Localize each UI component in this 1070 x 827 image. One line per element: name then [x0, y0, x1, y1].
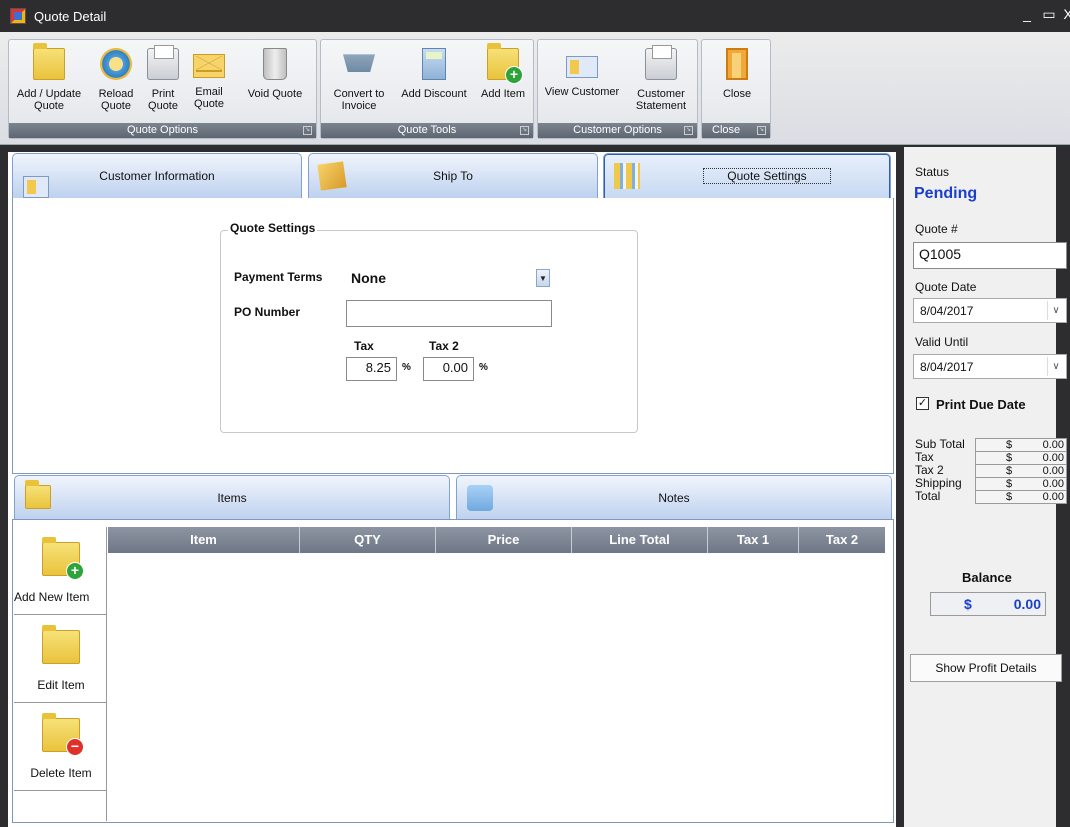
app-icon: [10, 8, 26, 24]
print-due-date-checkbox[interactable]: ✓: [916, 397, 929, 410]
convert-to-invoice-button[interactable]: Convert to Invoice: [325, 44, 393, 122]
tax-label: Tax: [354, 339, 374, 353]
group-launcher-icon[interactable]: ↘: [757, 126, 766, 135]
payment-terms-label: Payment Terms: [234, 270, 323, 284]
chevron-down-icon: ▼: [536, 269, 550, 287]
tax2-percent-label: %: [479, 362, 488, 373]
delete-item-button[interactable]: Delete Item: [14, 713, 108, 791]
close-button[interactable]: Close: [710, 44, 764, 122]
valid-until-label: Valid Until: [915, 335, 969, 349]
reload-icon: [100, 48, 132, 80]
folder-icon: [33, 43, 65, 80]
group-launcher-icon[interactable]: ↘: [520, 126, 529, 135]
po-number-input[interactable]: [346, 300, 552, 327]
quote-settings-legend: Quote Settings: [228, 221, 318, 235]
folder-icon: [42, 625, 80, 664]
tax2-label: Tax 2: [429, 339, 459, 353]
print-quote-button[interactable]: Print Quote: [143, 44, 183, 122]
ribbon: Add / Update Quote Reload Quote Print Qu…: [0, 32, 1070, 145]
quote-date-label: Quote Date: [915, 280, 977, 294]
items-grid-header: Item QTY Price Line Total Tax 1 Tax 2: [108, 527, 885, 553]
view-customer-button[interactable]: View Customer: [540, 44, 624, 122]
ribbon-group-label: Customer Options: [538, 123, 697, 138]
group-launcher-icon[interactable]: ↘: [303, 126, 312, 135]
totals-row-subtotal: Sub Total $0.00: [915, 438, 1067, 452]
show-profit-details-button[interactable]: Show Profit Details: [910, 654, 1062, 682]
group-launcher-icon[interactable]: ↘: [684, 126, 693, 135]
edit-item-button[interactable]: Edit Item: [14, 625, 108, 703]
close-window-button[interactable]: X: [1060, 6, 1070, 23]
add-discount-button[interactable]: Add Discount: [395, 44, 473, 122]
balance-label: Balance: [962, 570, 1012, 585]
tab-items[interactable]: Items: [14, 475, 450, 521]
tab-quote-settings[interactable]: Quote Settings: [603, 153, 891, 199]
books-icon: [614, 163, 640, 189]
quote-date-picker[interactable]: 8/04/2017 ∨: [913, 298, 1067, 323]
window-controls: _ ▭ X: [1016, 6, 1070, 23]
id-card-icon: [566, 56, 598, 78]
column-header-qty[interactable]: QTY: [300, 527, 436, 553]
printer-icon: [147, 45, 179, 80]
balance-value-box: $ 0.00: [930, 592, 1046, 616]
title-bar: Quote Detail _ ▭ X: [0, 0, 1070, 32]
quote-number-input[interactable]: Q1005: [913, 242, 1067, 269]
printer-icon: [645, 45, 677, 80]
status-value: Pending: [914, 185, 978, 202]
balance-currency: $: [964, 596, 972, 612]
totals-row-total: Total $0.00: [915, 490, 1067, 504]
envelope-icon: [193, 54, 225, 78]
cart-icon: [343, 54, 375, 72]
tax2-input[interactable]: 0.00: [423, 357, 474, 381]
column-header-tax1[interactable]: Tax 1: [708, 527, 799, 553]
email-quote-button[interactable]: Email Quote: [189, 44, 229, 122]
tab-customer-information[interactable]: Customer Information: [12, 153, 302, 199]
ribbon-group-quote-options: Add / Update Quote Reload Quote Print Qu…: [8, 39, 317, 139]
door-icon: [726, 48, 748, 80]
add-update-quote-button[interactable]: Add / Update Quote: [13, 43, 85, 122]
column-header-line-total[interactable]: Line Total: [572, 527, 708, 553]
payment-terms-select[interactable]: None ▼: [346, 266, 552, 290]
window-title: Quote Detail: [34, 8, 107, 24]
chevron-down-icon: ∨: [1047, 357, 1064, 376]
trash-icon: [263, 48, 287, 80]
column-header-price[interactable]: Price: [436, 527, 572, 553]
ribbon-group-close: Close Close ↘: [701, 39, 771, 139]
tax-input[interactable]: 8.25: [346, 357, 397, 381]
ribbon-group-quote-tools: Convert to Invoice Add Discount Add Item…: [320, 39, 534, 139]
balance-value: 0.00: [1013, 596, 1041, 612]
customer-statement-button[interactable]: Customer Statement: [626, 44, 696, 122]
add-folder-icon: [487, 43, 523, 84]
items-grid[interactable]: [106, 527, 892, 821]
status-label: Status: [915, 165, 950, 179]
column-header-item[interactable]: Item: [108, 527, 300, 553]
chevron-down-icon: ∨: [1047, 301, 1064, 320]
ribbon-group-customer-options: View Customer Customer Statement Custome…: [537, 39, 698, 139]
void-quote-button[interactable]: Void Quote: [237, 44, 313, 122]
add-item-button[interactable]: Add Item: [475, 43, 531, 122]
delete-folder-icon: [42, 713, 84, 756]
minimize-button[interactable]: _: [1016, 6, 1038, 23]
quote-number-label: Quote #: [915, 222, 958, 236]
maximize-button[interactable]: ▭: [1038, 6, 1060, 23]
valid-until-picker[interactable]: 8/04/2017 ∨: [913, 354, 1067, 379]
reload-quote-button[interactable]: Reload Quote: [95, 44, 137, 122]
calculator-icon: [422, 48, 446, 80]
print-due-date-label: Print Due Date: [936, 397, 1026, 412]
add-new-item-button[interactable]: Add New Item: [14, 537, 108, 615]
tab-ship-to[interactable]: Ship To: [308, 153, 598, 199]
po-number-label: PO Number: [234, 305, 301, 319]
quote-settings-group: Quote Settings: [220, 221, 638, 433]
tab-notes[interactable]: Notes: [456, 475, 892, 521]
tax-percent-label: %: [402, 362, 411, 373]
add-folder-icon: [42, 537, 84, 580]
column-header-tax2[interactable]: Tax 2: [799, 527, 885, 553]
ribbon-group-label: Quote Tools: [321, 123, 533, 138]
ribbon-group-label: Quote Options: [9, 123, 316, 138]
